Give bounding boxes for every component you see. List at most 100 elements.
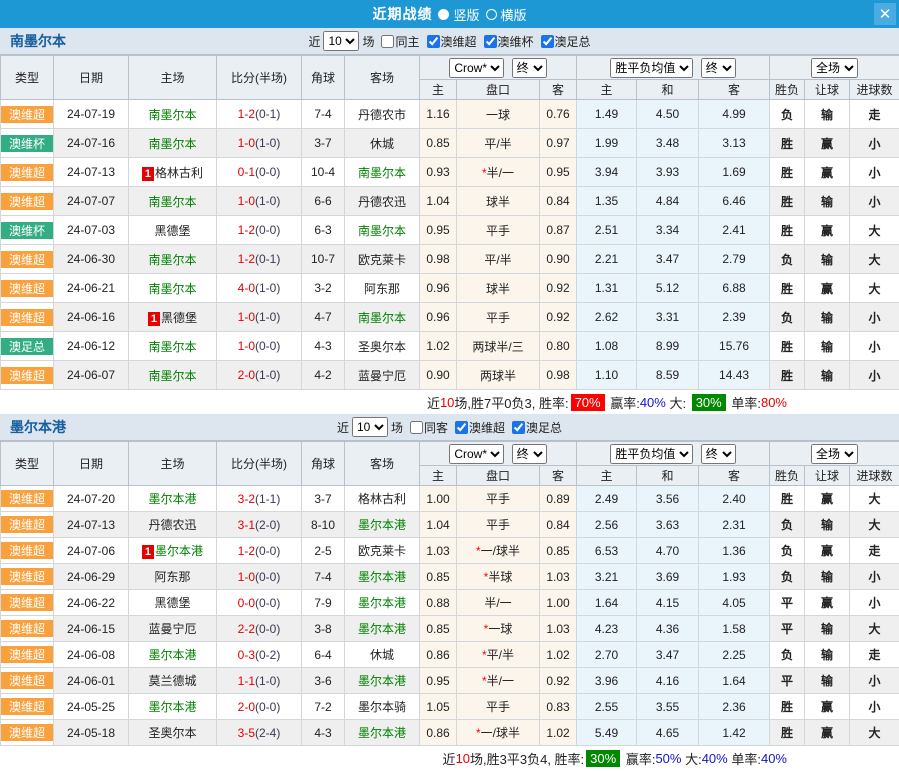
euro-home-odds: 1.31: [577, 274, 637, 303]
close-icon[interactable]: ✕: [874, 3, 896, 25]
asian-away-odds: 0.90: [540, 245, 577, 274]
sub-col-euro-away: 客: [699, 80, 770, 100]
asian-away-odds: 0.83: [540, 694, 577, 720]
team-name: 墨尔本港: [10, 417, 66, 437]
recent-label: 近: [337, 419, 349, 436]
europe-final-select[interactable]: 终: [701, 58, 736, 78]
recent-label: 近: [308, 33, 320, 50]
filter-checkbox[interactable]: [484, 35, 497, 48]
match-score: 4-0(1-0): [217, 274, 302, 303]
sub-col-euro-home: 主: [577, 80, 637, 100]
match-date: 24-07-19: [54, 100, 129, 129]
radio-horizontal-layout[interactable]: 横版: [486, 5, 527, 24]
asian-odds-group: Crow* 终: [420, 442, 577, 466]
handicap-result-cell: 赢: [805, 694, 850, 720]
home-team-name: 南墨尔本: [148, 340, 196, 354]
home-team: 1墨尔本港: [129, 538, 217, 564]
corner-score: 3-6: [302, 668, 345, 694]
home-team: 南墨尔本: [129, 361, 217, 390]
europe-odds-select[interactable]: 胜平负均值: [610, 444, 693, 464]
asian-home-odds: 0.96: [420, 274, 457, 303]
scope-select[interactable]: 全场: [811, 444, 858, 464]
match-score: 1-2(0-0): [217, 216, 302, 245]
europe-odds-select[interactable]: 胜平负均值: [610, 58, 693, 78]
asian-final-select[interactable]: 终: [512, 58, 547, 78]
filter-checkbox[interactable]: [455, 421, 468, 434]
result-cell: 平: [770, 668, 805, 694]
radio-vertical-layout[interactable]: 竖版: [438, 5, 479, 24]
filter-option[interactable]: 澳维杯: [484, 33, 534, 50]
home-team: 南墨尔本: [129, 100, 217, 129]
summary-text: 单率:: [728, 393, 761, 412]
match-date: 24-06-29: [54, 564, 129, 590]
away-team: 墨尔本港: [345, 720, 420, 746]
league-badge: 澳维超: [1, 361, 54, 390]
away-team: 丹德农迅: [345, 187, 420, 216]
filter-checkbox[interactable]: [541, 35, 554, 48]
fulltime-score: 1-0: [238, 570, 255, 584]
handicap-result-cell: 输: [805, 187, 850, 216]
summary-line: 近10场,胜7平0负3, 胜率:70% 赢率:40% 大: 30% 单率:80%: [0, 390, 899, 414]
match-score: 1-2(0-1): [217, 245, 302, 274]
halftime-score: (0-0): [255, 622, 280, 636]
asian-handicap: 球半: [457, 274, 540, 303]
halftime-score: (0-0): [255, 570, 280, 584]
filter-checkbox[interactable]: [410, 421, 423, 434]
home-team-name: 莫兰德城: [148, 674, 196, 688]
corner-score: 10-4: [302, 158, 345, 187]
filter-option[interactable]: 澳足总: [541, 33, 591, 50]
away-team: 欧克莱卡: [345, 245, 420, 274]
match-row: 澳维超 24-06-29 阿东那 1-0(0-0) 7-4 墨尔本港 0.85 …: [1, 564, 899, 590]
scope-select[interactable]: 全场: [811, 58, 858, 78]
section-header: 墨尔本港 近10场同客澳维超澳足总: [0, 414, 899, 441]
home-team-name: 墨尔本港: [155, 544, 203, 558]
halftime-score: (1-0): [255, 281, 280, 295]
match-row: 澳维杯 24-07-16 南墨尔本 1-0(1-0) 3-7 休城 0.85 平…: [1, 129, 899, 158]
home-team-name: 南墨尔本: [148, 108, 196, 122]
fulltime-score: 1-2: [238, 223, 255, 237]
goals-result-cell: 走: [850, 100, 899, 129]
away-team-name: 格林古利: [358, 492, 406, 506]
filter-checkbox[interactable]: [512, 421, 525, 434]
euro-away-odds: 2.25: [699, 642, 770, 668]
filter-option[interactable]: 澳足总: [512, 419, 562, 436]
bookmaker-select[interactable]: Crow*: [449, 444, 504, 464]
games-label: 场: [362, 33, 374, 50]
away-team-name: 墨尔本港: [358, 674, 406, 688]
recent-games-select[interactable]: 10: [323, 31, 359, 51]
summary-text: 近: [427, 393, 440, 412]
filter-checkbox[interactable]: [381, 35, 394, 48]
match-date: 24-07-06: [54, 538, 129, 564]
result-cell: 负: [770, 564, 805, 590]
asian-final-select[interactable]: 终: [512, 444, 547, 464]
asian-home-odds: 0.96: [420, 303, 457, 332]
home-team: 南墨尔本: [129, 129, 217, 158]
home-team-name: 格林古利: [155, 166, 203, 180]
euro-draw-odds: 4.84: [637, 187, 699, 216]
europe-final-select[interactable]: 终: [701, 444, 736, 464]
euro-away-odds: 2.40: [699, 486, 770, 512]
filter-option[interactable]: 同主: [381, 33, 419, 50]
filter-option[interactable]: 澳维超: [427, 33, 477, 50]
filter-checkbox[interactable]: [427, 35, 440, 48]
filter-option[interactable]: 同客: [410, 419, 448, 436]
handicap-result-cell: 赢: [805, 129, 850, 158]
result-cell: 平: [770, 590, 805, 616]
scope-group: 全场: [770, 442, 899, 466]
home-team-name: 黑德堡: [154, 224, 190, 238]
radio-unselected-icon: [486, 9, 497, 20]
handicap-result-cell: 赢: [805, 538, 850, 564]
league-badge: 澳维超: [1, 100, 54, 129]
away-team: 墨尔本港: [345, 616, 420, 642]
corner-score: 8-10: [302, 512, 345, 538]
euro-home-odds: 6.53: [577, 538, 637, 564]
radio-selected-icon: [438, 9, 449, 20]
bookmaker-select[interactable]: Crow*: [449, 58, 504, 78]
corner-score: 4-3: [302, 720, 345, 746]
recent-games-select[interactable]: 10: [352, 417, 388, 437]
filter-option[interactable]: 澳维超: [455, 419, 505, 436]
goals-result-cell: 小: [850, 332, 899, 361]
summary-text: 40%: [761, 751, 787, 766]
fulltime-score: 3-5: [238, 726, 255, 740]
away-team-name: 欧克莱卡: [358, 544, 406, 558]
